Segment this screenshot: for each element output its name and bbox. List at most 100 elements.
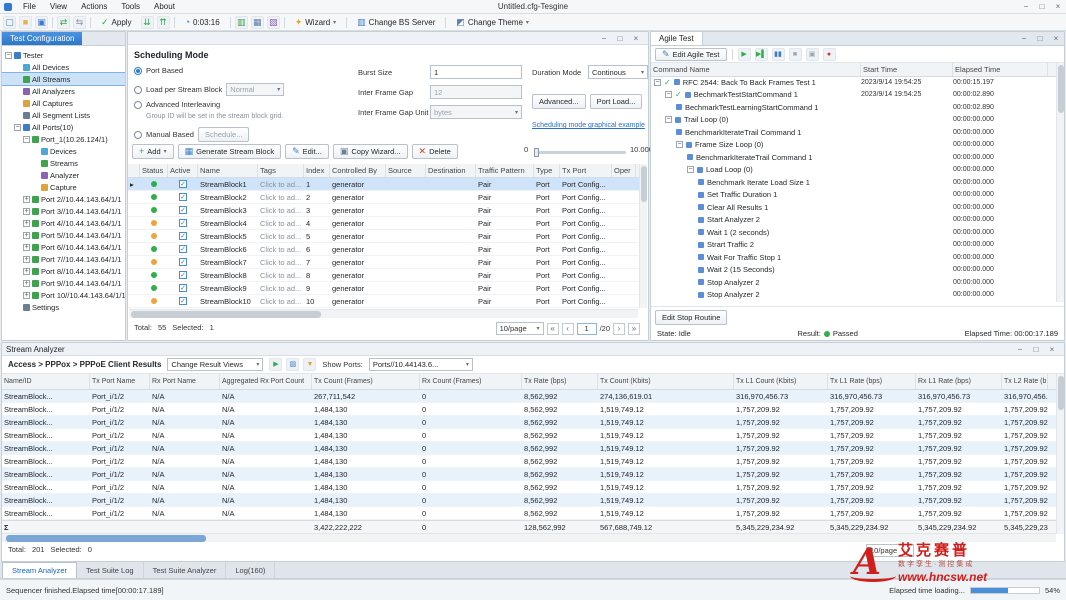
- load-slider[interactable]: [534, 151, 626, 154]
- agile-row[interactable]: Set Traffic Duration 100:00:00.000: [651, 189, 1056, 202]
- tab-stream-analyzer[interactable]: Stream Analyzer: [2, 562, 77, 578]
- inter-frame-gap-unit-combo[interactable]: bytes ▾: [430, 105, 522, 119]
- advanced-button[interactable]: Advanced...: [532, 94, 586, 109]
- active-checkbox[interactable]: ✓: [179, 258, 187, 266]
- expand-icon[interactable]: +: [23, 244, 30, 251]
- edit-agile-test-button[interactable]: ✎ Edit Agile Test: [655, 48, 727, 61]
- tab-log-160[interactable]: Log(160): [226, 562, 275, 578]
- column-header-traffic-pattern[interactable]: Traffic Pattern: [476, 164, 534, 177]
- play-icon[interactable]: ▶: [738, 48, 751, 61]
- active-checkbox[interactable]: ✓: [179, 206, 187, 214]
- tree-item-all-segment-lists[interactable]: All Segment Lists: [2, 109, 125, 121]
- column-header-destination[interactable]: Destination: [426, 164, 476, 177]
- tree-item-tester[interactable]: −Tester: [2, 49, 125, 61]
- analyzer-row[interactable]: StreamBlock...Port_i/1/2N/AN/A1,484,1300…: [2, 481, 1056, 494]
- change-bs-server-button[interactable]: ▥Change BS Server: [351, 16, 441, 29]
- panel-minimize-button[interactable]: −: [1012, 343, 1028, 355]
- tree-item-port-5-10-44-143-64-1-1[interactable]: +Port 5//10.44.143.64/1/1: [2, 229, 125, 241]
- active-checkbox[interactable]: ✓: [179, 232, 187, 240]
- tree-item-all-devices[interactable]: All Devices: [2, 61, 125, 73]
- tab-test-configuration[interactable]: Test Configuration: [2, 32, 82, 45]
- agile-row[interactable]: Wait 2 (15 Seconds)00:00:00.000: [651, 264, 1056, 277]
- agile-row[interactable]: Benchmark Iterate Load Size 100:00:00.00…: [651, 176, 1056, 189]
- analyzer-row[interactable]: StreamBlock...Port_i/1/2N/AN/A1,484,1300…: [2, 455, 1056, 468]
- column-header-oper[interactable]: Oper: [612, 164, 636, 177]
- analyzer-vscrollbar[interactable]: [1056, 374, 1064, 534]
- stream-row[interactable]: ✓StreamBlock8Click to ad...8generatorPai…: [128, 269, 640, 282]
- column-header-aggregated-rx-port-count[interactable]: Aggregated Rx Port Count: [220, 374, 312, 389]
- tags-cell[interactable]: Click to ad...: [258, 271, 304, 280]
- clear-results-icon[interactable]: ▨: [286, 358, 299, 371]
- tags-cell[interactable]: Click to ad...: [258, 258, 304, 267]
- load-mode-combo[interactable]: Normal ▾: [226, 83, 284, 96]
- collapse-icon[interactable]: −: [5, 52, 12, 59]
- agile-row[interactable]: Stop Analyzer 200:00:00.000: [651, 289, 1056, 302]
- tags-cell[interactable]: Click to ad...: [258, 180, 304, 189]
- change-theme-button[interactable]: ◩Change Theme▾: [450, 16, 535, 29]
- stream-row[interactable]: ▸✓StreamBlock1Click to ad...1generatorPa…: [128, 178, 640, 191]
- page-size-combo[interactable]: 10/page ▾: [496, 322, 544, 335]
- panel-float-button[interactable]: □: [612, 32, 628, 44]
- menu-view[interactable]: View: [43, 0, 74, 13]
- expand-icon[interactable]: +: [23, 232, 30, 239]
- tree-item-port-4-10-44-143-64-1-1[interactable]: +Port 4//10.44.143.64/1/1: [2, 217, 125, 229]
- agile-row[interactable]: −Frame Size Loop (0)00:00:00.000: [651, 139, 1056, 152]
- active-checkbox[interactable]: ✓: [179, 245, 187, 253]
- column-header-tx-port-name[interactable]: Tx Port Name: [90, 374, 150, 389]
- new-file-icon[interactable]: ▢: [3, 16, 16, 29]
- stream-row[interactable]: ✓StreamBlock5Click to ad...5generatorPai…: [128, 230, 640, 243]
- collapse-icon[interactable]: −: [676, 141, 683, 148]
- agile-row[interactable]: Start Analyzer 200:00:00.000: [651, 214, 1056, 227]
- edit-stop-routine-button[interactable]: Edit Stop Routine: [655, 310, 727, 325]
- stream-row[interactable]: ✓StreamBlock3Click to ad...3generatorPai…: [128, 204, 640, 217]
- tags-cell[interactable]: Click to ad...: [258, 219, 304, 228]
- agile-row[interactable]: Wait 1 (2 seconds)00:00:00.000: [651, 226, 1056, 239]
- menu-tools[interactable]: Tools: [114, 0, 147, 13]
- load-per-stream-radio[interactable]: Load per Stream Block Normal ▾: [134, 83, 284, 96]
- tree-item-port-6-10-44-143-64-1-1[interactable]: +Port 6//10.44.143.64/1/1: [2, 241, 125, 253]
- menu-actions[interactable]: Actions: [74, 0, 114, 13]
- collapse-icon[interactable]: −: [14, 124, 21, 131]
- tab-test-suite-log[interactable]: Test Suite Log: [77, 562, 144, 578]
- prev-page-button[interactable]: ‹: [562, 323, 574, 335]
- schedule-button[interactable]: Schedule...: [198, 127, 250, 142]
- delete-button[interactable]: ✕Delete: [412, 144, 458, 159]
- agile-row[interactable]: Wait For Traffic Stop 100:00:00.000: [651, 251, 1056, 264]
- column-header-name[interactable]: Name: [198, 164, 258, 177]
- column-header-tx-l2-rate-b[interactable]: Tx L2 Rate (b: [1002, 374, 1048, 389]
- results-view-icon[interactable]: ▧: [267, 16, 280, 29]
- expand-icon[interactable]: +: [23, 268, 30, 275]
- collapse-icon[interactable]: −: [23, 136, 30, 143]
- tags-cell[interactable]: Click to ad...: [258, 297, 304, 306]
- last-page-button[interactable]: »: [628, 323, 640, 335]
- first-page-button[interactable]: «: [547, 323, 559, 335]
- run-icon[interactable]: ▶: [269, 358, 282, 371]
- analyzer-row[interactable]: StreamBlock...Port_i/1/2N/AN/A1,484,1300…: [2, 442, 1056, 455]
- open-folder-icon[interactable]: ■: [19, 16, 32, 29]
- tree-item-port-8-10-44-143-64-1-1[interactable]: +Port 8//10.44.143.64/1/1: [2, 265, 125, 277]
- burst-size-input[interactable]: 1: [430, 65, 522, 79]
- collapse-icon[interactable]: −: [687, 166, 694, 173]
- tags-cell[interactable]: Click to ad...: [258, 232, 304, 241]
- agile-row[interactable]: −✓RFC 2544: Back To Back Frames Test 120…: [651, 76, 1056, 89]
- panel-close-button[interactable]: ×: [628, 32, 644, 44]
- column-header-tx-rate-bps[interactable]: Tx Rate (bps): [522, 374, 598, 389]
- column-header-controlled-by[interactable]: Controlled By: [330, 164, 386, 177]
- stream-row[interactable]: ✓StreamBlock10Click to ad...10generatorP…: [128, 295, 640, 308]
- release-ports-icon[interactable]: ⇆: [73, 16, 86, 29]
- column-header-tx-port[interactable]: Tx Port: [560, 164, 612, 177]
- apply-button[interactable]: ✓Apply: [95, 16, 138, 29]
- analyzer-row[interactable]: StreamBlock...Port_i/1/2N/AN/A1,484,1300…: [2, 468, 1056, 481]
- column-header-name-id[interactable]: Name/ID: [2, 374, 90, 389]
- menu-file[interactable]: File: [16, 0, 43, 13]
- column-header-tx-l1-count-kbits[interactable]: Tx L1 Count (Kbits): [734, 374, 828, 389]
- column-header-command-name[interactable]: Command Name: [651, 63, 861, 76]
- column-header-tags[interactable]: Tags: [258, 164, 304, 177]
- tree-item-settings[interactable]: Settings: [2, 301, 125, 313]
- tree-item-all-analyzers[interactable]: All Analyzers: [2, 85, 125, 97]
- port-load-button[interactable]: Port Load...: [590, 94, 643, 109]
- analyzer-row[interactable]: StreamBlock...Port_i/1/2N/AN/A1,484,1300…: [2, 494, 1056, 507]
- column-header-type[interactable]: Type: [534, 164, 560, 177]
- expand-icon[interactable]: +: [23, 292, 30, 299]
- breakpoint-icon[interactable]: ▣: [806, 48, 819, 61]
